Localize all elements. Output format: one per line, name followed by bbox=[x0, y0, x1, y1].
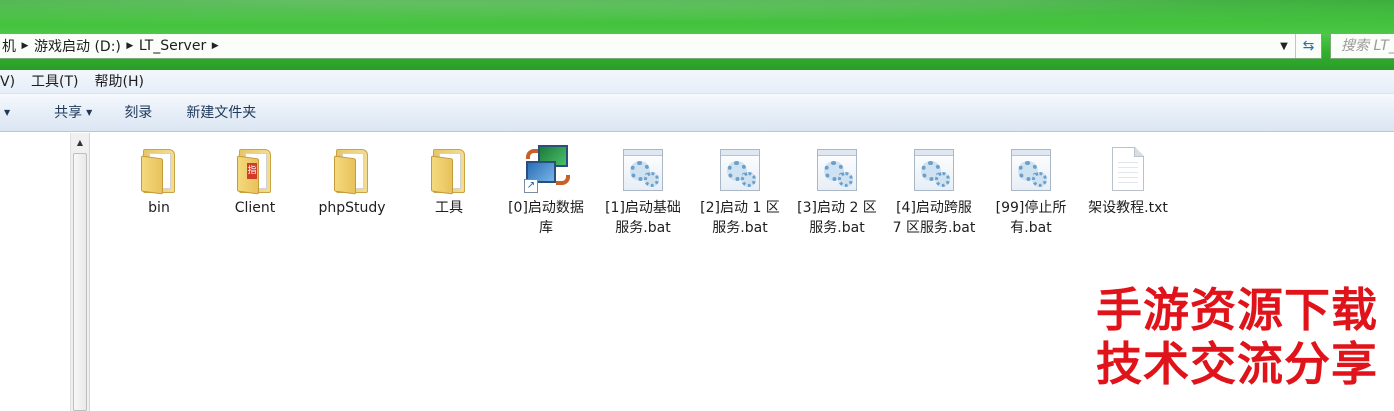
file-name: [99]停止所有.bat bbox=[995, 200, 1067, 236]
chevron-down-icon: ▼ bbox=[86, 107, 93, 117]
file-name: bin bbox=[148, 200, 170, 216]
folder-icon bbox=[135, 143, 183, 195]
database-shortcut-icon: ↗ bbox=[522, 143, 570, 195]
file-item-bat-4[interactable]: [4]启动跨服 7 区服务.bat bbox=[890, 143, 978, 238]
folder-icon: 指 bbox=[231, 143, 279, 195]
batch-file-gears-icon bbox=[910, 143, 958, 195]
file-name: [3]启动 2 区服务.bat bbox=[797, 200, 877, 236]
organize-dropdown-caret-icon[interactable]: ▼ bbox=[0, 100, 14, 126]
burn-button[interactable]: 刻录 bbox=[114, 100, 162, 126]
menu-help[interactable]: 帮助(H) bbox=[87, 71, 152, 93]
address-history-dropdown-icon[interactable]: ▼ bbox=[1273, 34, 1295, 58]
batch-file-gears-icon bbox=[813, 143, 861, 195]
watermark-line-2: 技术交流分享 bbox=[1096, 337, 1378, 391]
batch-file-gears-icon bbox=[716, 143, 764, 195]
scroll-thumb[interactable] bbox=[73, 153, 87, 411]
batch-file-gears-icon bbox=[619, 143, 667, 195]
scroll-up-arrow-icon[interactable]: ▲ bbox=[71, 133, 89, 151]
folder-icon bbox=[425, 143, 473, 195]
breadcrumb-computer[interactable]: 机 bbox=[0, 34, 18, 58]
file-item-bin[interactable]: bin bbox=[115, 143, 203, 218]
file-name: 工具 bbox=[435, 200, 463, 216]
file-name: phpStudy bbox=[318, 200, 386, 216]
file-item-bat-1[interactable]: [1]启动基础服务.bat bbox=[599, 143, 687, 238]
folder-icon bbox=[328, 143, 376, 195]
menu-bar: V) 工具(T) 帮助(H) bbox=[0, 70, 1394, 94]
share-label: 共享 bbox=[54, 104, 83, 121]
file-item-client[interactable]: 指 Client bbox=[211, 143, 299, 218]
refresh-icon[interactable]: ⇆ bbox=[1295, 34, 1321, 58]
chevron-right-icon[interactable]: ▶ bbox=[208, 34, 222, 58]
chevron-right-icon[interactable]: ▶ bbox=[123, 34, 137, 58]
watermark-line-1: 手游资源下载 bbox=[1096, 283, 1378, 337]
file-name: [2]启动 1 区服务.bat bbox=[700, 200, 780, 236]
file-item-phpstudy[interactable]: phpStudy bbox=[308, 143, 396, 218]
command-bar: ▼ 共享 ▼ 刻录 新建文件夹 bbox=[0, 94, 1394, 132]
file-name: [0]启动数据库 bbox=[508, 200, 584, 236]
batch-file-gears-icon bbox=[1007, 143, 1055, 195]
chevron-right-icon[interactable]: ▶ bbox=[18, 34, 32, 58]
menu-view[interactable]: V) bbox=[0, 71, 23, 93]
breadcrumb-lt-server[interactable]: LT_Server bbox=[137, 34, 208, 58]
search-input[interactable]: 搜索 LT_ bbox=[1330, 33, 1394, 59]
file-name: [4]启动跨服 7 区服务.bat bbox=[892, 200, 976, 236]
file-item-start-database[interactable]: ↗ [0]启动数据库 bbox=[502, 143, 590, 238]
new-folder-button[interactable]: 新建文件夹 bbox=[176, 100, 266, 126]
menu-tools[interactable]: 工具(T) bbox=[23, 71, 86, 93]
titlebar-gloss bbox=[0, 0, 1394, 30]
file-name: 架设教程.txt bbox=[1088, 200, 1168, 216]
file-item-bat-99[interactable]: [99]停止所有.bat bbox=[987, 143, 1075, 238]
file-item-setup-guide-txt[interactable]: 架设教程.txt bbox=[1084, 143, 1172, 218]
breadcrumb-drive-d[interactable]: 游戏启动 (D:) bbox=[32, 34, 123, 58]
file-item-bat-2[interactable]: [2]启动 1 区服务.bat bbox=[696, 143, 784, 238]
address-bar[interactable]: 机 ▶ 游戏启动 (D:) ▶ LT_Server ▶ ▼ ⇆ bbox=[0, 33, 1322, 59]
file-name: Client bbox=[234, 200, 276, 216]
navigation-pane[interactable] bbox=[0, 133, 70, 411]
nav-scrollbar[interactable]: ▲ bbox=[70, 133, 90, 411]
watermark: 手游资源下载 技术交流分享 bbox=[1096, 283, 1386, 391]
share-button[interactable]: 共享 ▼ bbox=[44, 100, 102, 126]
file-item-tools[interactable]: 工具 bbox=[405, 143, 493, 218]
file-name: [1]启动基础服务.bat bbox=[605, 200, 681, 236]
file-item-bat-3[interactable]: [3]启动 2 区服务.bat bbox=[793, 143, 881, 238]
text-file-icon bbox=[1104, 143, 1152, 195]
